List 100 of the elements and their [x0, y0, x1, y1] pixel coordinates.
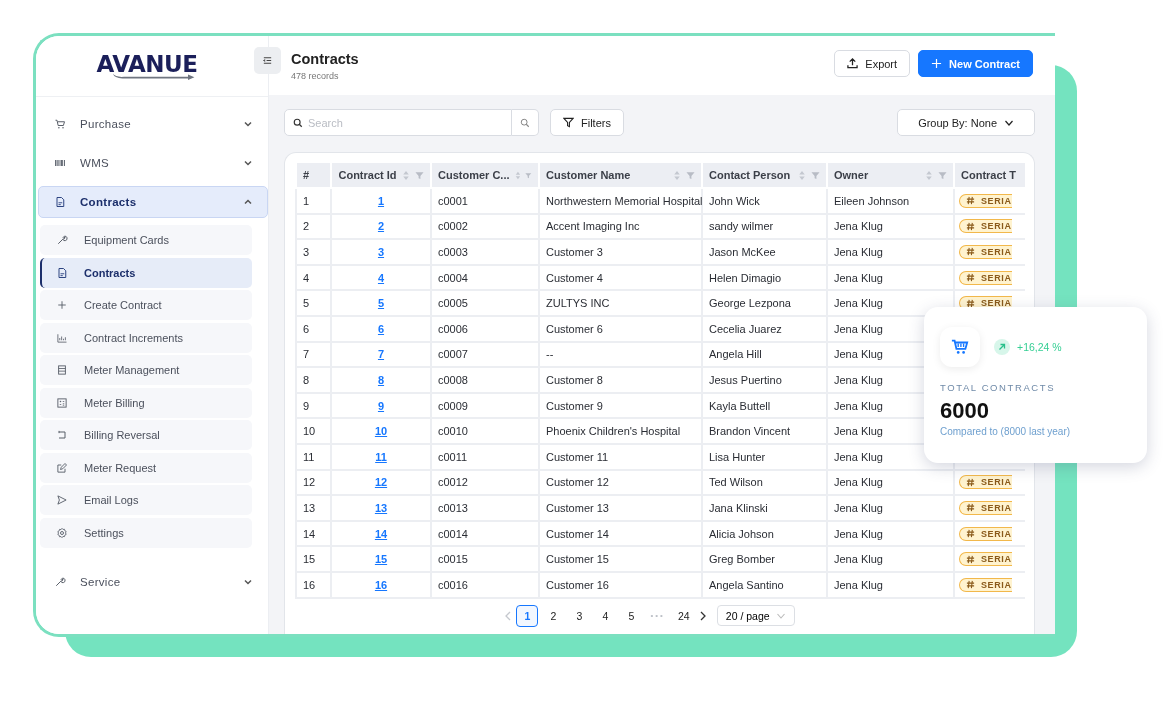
sidebar-item[interactable]: WMS: [38, 147, 268, 179]
table-cell: 12: [303, 476, 316, 489]
sidebar-subitem[interactable]: Meter Management: [40, 355, 252, 385]
page-button[interactable]: 3: [568, 604, 591, 627]
group-by-dropdown[interactable]: Group By: None: [897, 109, 1035, 136]
contract-link[interactable]: 12: [374, 476, 388, 489]
hash-icon: [966, 298, 975, 308]
sort-icon[interactable]: [514, 169, 521, 181]
sidebar-subitem[interactable]: Contract Increments: [40, 322, 252, 353]
sidebar-item[interactable]: Purchase: [38, 108, 268, 140]
sort-icon[interactable]: [402, 169, 410, 181]
record-count: 478 records: [291, 70, 340, 81]
contract-link[interactable]: 11: [375, 450, 387, 463]
hash-icon: [966, 503, 975, 513]
next-page-icon[interactable]: [698, 610, 707, 621]
contract-link[interactable]: 2: [377, 220, 385, 233]
sidebar-subitem[interactable]: Settings: [40, 517, 252, 548]
contract-type-tag: SERIA: [959, 577, 1012, 592]
table-cell: Jena Klug: [834, 373, 883, 386]
table-cell: c0012: [438, 476, 468, 489]
table-cell: Jena Klug: [834, 297, 883, 310]
sidebar-subitem[interactable]: Equipment Cards: [40, 225, 252, 255]
table-cell: 2: [303, 220, 310, 233]
column-header[interactable]: Customer Name: [539, 163, 702, 188]
table-cell: Customer 12: [546, 476, 609, 489]
column-header[interactable]: Contact Person: [702, 163, 827, 188]
page-button[interactable]: 2: [542, 604, 565, 627]
contract-link[interactable]: 13: [374, 501, 388, 514]
sidebar-subitem[interactable]: Meter Request: [40, 452, 252, 483]
table-cell: Customer 11: [546, 450, 609, 463]
page-button[interactable]: 5: [620, 604, 643, 627]
contract-link[interactable]: 8: [377, 373, 385, 386]
page-title: Contracts: [291, 50, 359, 67]
table-cell: c0016: [438, 578, 468, 591]
page-button[interactable]: 4: [594, 604, 617, 627]
column-header[interactable]: Owner: [827, 163, 954, 188]
collapse-sidebar-button[interactable]: [254, 47, 281, 74]
stat-value: 6000: [940, 398, 990, 424]
chevron-down-icon: [243, 119, 253, 129]
new-contract-button[interactable]: New Contract: [918, 50, 1033, 77]
filter-icon: [563, 117, 574, 128]
previous-page-icon[interactable]: [504, 610, 513, 621]
filter-icon[interactable]: [525, 170, 532, 180]
sidebar-subitem[interactable]: Contracts: [40, 257, 252, 288]
stat-label: TOTAL CONTRACTS: [940, 382, 1057, 393]
logo: AVANUE: [87, 52, 207, 80]
sidebar-item[interactable]: Service: [38, 565, 268, 598]
filter-icon[interactable]: [686, 170, 695, 180]
export-button[interactable]: Export: [834, 50, 911, 77]
table-cell: c0006: [438, 322, 468, 335]
contract-link[interactable]: 4: [377, 271, 385, 284]
hash-icon: [966, 477, 975, 487]
column-header[interactable]: Customer C...: [431, 163, 539, 188]
sidebar-subitem[interactable]: Billing Reversal: [40, 420, 252, 450]
filter-icon[interactable]: [415, 170, 424, 180]
search-field[interactable]: Search: [284, 109, 512, 136]
column-header[interactable]: Contract T: [954, 163, 1025, 188]
contract-link[interactable]: 15: [374, 553, 388, 566]
table-cell: c0009: [438, 399, 468, 412]
contract-link[interactable]: 6: [377, 322, 385, 335]
contract-link[interactable]: 7: [377, 348, 385, 361]
contract-link[interactable]: 1: [377, 194, 385, 207]
sidebar-subitem[interactable]: Meter Billing: [40, 387, 252, 418]
filters-button[interactable]: Filters: [550, 109, 624, 136]
sort-icon[interactable]: [925, 169, 933, 181]
filter-icon[interactable]: [811, 170, 820, 180]
table-cell: Ted Wilson: [709, 476, 763, 489]
contract-link[interactable]: 3: [377, 246, 385, 258]
column-header[interactable]: Contract Id: [331, 163, 431, 188]
hash-icon: [966, 273, 975, 283]
contract-link[interactable]: 16: [374, 578, 388, 591]
table-cell: c0011: [438, 450, 468, 463]
search-button[interactable]: [512, 109, 539, 136]
table-cell: Jena Klug: [834, 425, 883, 438]
hash-icon: [966, 554, 975, 564]
table-cell: Jena Klug: [834, 476, 883, 489]
trend-percentage: +16,24 %: [1017, 341, 1062, 353]
chevron-down-icon: [243, 158, 253, 168]
document-icon: [54, 196, 66, 208]
table-cell: Jesus Puertino: [709, 373, 782, 386]
contract-link[interactable]: 5: [377, 297, 385, 310]
table-cell: Brandon Vincent: [709, 425, 791, 438]
table-cell: c0001: [438, 194, 468, 207]
table-cell: 13: [303, 501, 316, 514]
contract-link[interactable]: 14: [374, 527, 388, 540]
table-cell: c0007: [438, 348, 468, 361]
sidebar-subitem[interactable]: Email Logs: [40, 485, 252, 515]
sort-icon[interactable]: [798, 169, 806, 181]
column-header[interactable]: #: [296, 163, 331, 188]
contract-link[interactable]: 10: [374, 425, 388, 438]
page-button[interactable]: 24: [672, 604, 695, 627]
sidebar-item[interactable]: Contracts: [38, 186, 268, 218]
table-cell: 16: [303, 578, 316, 591]
contract-link[interactable]: 9: [377, 399, 385, 412]
edit-icon: [56, 461, 68, 474]
filter-icon[interactable]: [938, 170, 947, 180]
page-size-dropdown[interactable]: 20 / page: [716, 605, 795, 626]
sidebar-subitem[interactable]: Create Contract: [40, 290, 252, 320]
page-button[interactable]: 1: [516, 604, 539, 627]
sort-icon[interactable]: [673, 169, 681, 181]
